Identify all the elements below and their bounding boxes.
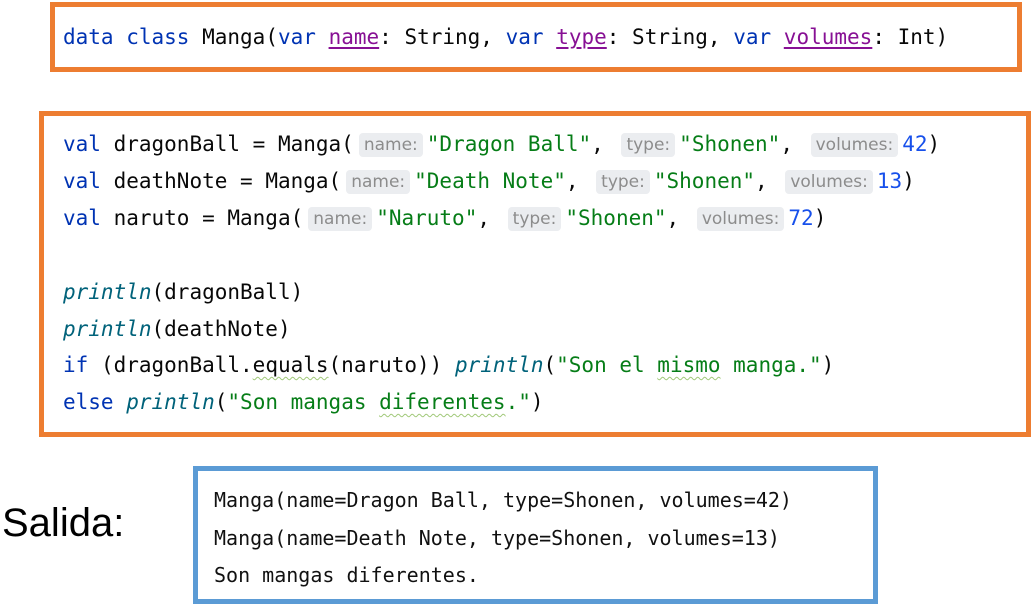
println-call[interactable]: println — [63, 280, 152, 304]
class-declaration-line: data class Manga(var name: String, var t… — [63, 24, 948, 50]
val-declaration-line: val dragonBall = Manga(name: "Dragon Ball… — [63, 131, 940, 157]
else-line: else println("Son mangas diferentes.") — [63, 389, 544, 415]
property-volumes-type: : Int) — [872, 25, 949, 49]
property-type-type: : String, — [606, 25, 734, 49]
comma: , — [591, 132, 617, 156]
argument-string: "Naruto" — [376, 206, 478, 230]
parameter-hint: name: — [346, 170, 411, 194]
close-paren: ) — [927, 132, 941, 156]
close-paren: ) — [821, 353, 835, 377]
keyword-var: var — [733, 25, 772, 49]
parameter-hint: type: — [596, 170, 650, 194]
comma: , — [477, 206, 503, 230]
string-part: manga." — [720, 353, 822, 377]
property-name-type: : String, — [379, 25, 506, 49]
val-declaration-line: val naruto = Manga(name: "Naruto", type: "… — [63, 205, 826, 231]
string-part: "Son mangas — [227, 390, 380, 414]
output-label: Salida: — [2, 501, 125, 545]
keyword-val: val — [63, 132, 101, 156]
if-line: if (dragonBall.equals(naruto)) println("… — [63, 352, 834, 378]
open-paren: ( — [265, 25, 278, 49]
if-condition-start: (dragonBall. — [88, 353, 253, 377]
keyword-var: var — [505, 25, 544, 49]
argument-number: 72 — [788, 206, 814, 230]
keyword-val: val — [63, 169, 101, 193]
constructor-call: = Manga( — [189, 206, 304, 230]
val-declaration-line: val deathNote = Manga(name: "Death Note",… — [63, 168, 915, 194]
argument-string: "Shonen" — [653, 169, 756, 193]
output-line: Manga(name=Death Note, type=Shonen, volu… — [214, 526, 780, 550]
println-call[interactable]: println — [126, 390, 215, 414]
println-call[interactable]: println — [455, 353, 544, 377]
parameter-hint: type: — [621, 133, 676, 157]
string-part: "Son el — [556, 353, 658, 377]
keyword-data: data — [63, 25, 114, 49]
keyword-val: val — [63, 206, 101, 230]
property-volumes[interactable]: volumes — [784, 25, 873, 49]
parameter-hint: volumes: — [785, 170, 873, 194]
comma: , — [565, 169, 592, 193]
open-paren: ( — [543, 353, 557, 377]
variable-name[interactable]: deathNote — [114, 169, 228, 193]
variable-name[interactable]: dragonBall — [114, 132, 240, 156]
println-arg: (dragonBall) — [151, 280, 304, 304]
parameter-hint: type: — [507, 207, 562, 231]
argument-string: "Shonen" — [679, 132, 781, 156]
keyword-if: if — [63, 353, 89, 377]
close-paren: ) — [813, 206, 827, 230]
argument-number: 42 — [902, 132, 928, 156]
close-paren: ) — [902, 169, 915, 193]
property-type[interactable]: type — [556, 25, 607, 49]
output-line: Manga(name=Dragon Ball, type=Shonen, vol… — [214, 488, 792, 512]
comma: , — [780, 132, 806, 156]
variable-name[interactable]: naruto — [114, 206, 190, 230]
close-paren: ) — [530, 390, 544, 414]
argument-string: "Shonen" — [565, 206, 667, 230]
property-name[interactable]: name — [329, 25, 380, 49]
constructor-call: = Manga( — [240, 132, 354, 156]
string-part: ." — [505, 390, 531, 414]
argument-number: 13 — [876, 169, 903, 193]
argument-string: "Dragon Ball" — [426, 132, 592, 156]
keyword-else: else — [63, 390, 114, 414]
parameter-hint: name: — [308, 207, 373, 231]
println-call[interactable]: println — [63, 317, 152, 341]
argument-string: "Death Note" — [414, 169, 566, 193]
println-deathnote-line: println(deathNote) — [63, 316, 291, 342]
class-name: Manga — [202, 25, 266, 49]
comma: , — [755, 169, 781, 193]
equals-call[interactable]: equals — [253, 353, 329, 377]
if-condition-end: (naruto)) — [328, 353, 455, 377]
println-arg: (deathNote) — [151, 317, 291, 341]
string-typo-diferentes[interactable]: diferentes — [379, 390, 505, 414]
string-typo-mismo[interactable]: mismo — [657, 353, 720, 377]
parameter-hint: name: — [358, 133, 423, 157]
comma: , — [666, 206, 692, 230]
constructor-call: = Manga( — [227, 169, 342, 193]
println-dragonball-line: println(dragonBall) — [63, 279, 303, 305]
keyword-class: class — [126, 25, 190, 49]
keyword-var: var — [277, 25, 316, 49]
open-paren: ( — [214, 390, 228, 414]
parameter-hint: volumes: — [810, 133, 899, 157]
parameter-hint: volumes: — [696, 207, 785, 231]
output-line: Son mangas diferentes. — [214, 563, 479, 587]
